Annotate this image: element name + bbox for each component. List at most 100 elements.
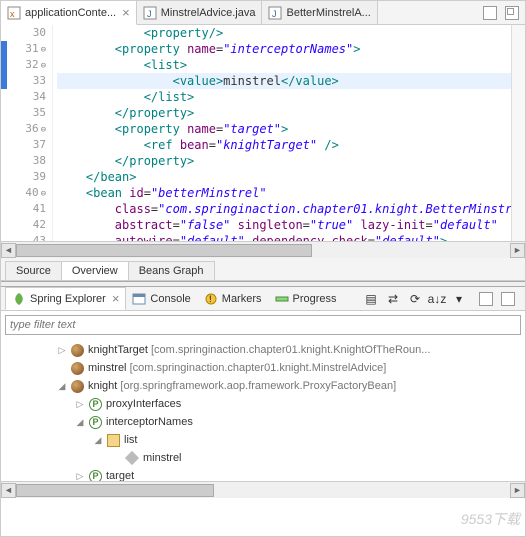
- view-tab-progress[interactable]: Progress: [269, 287, 344, 310]
- view-minimize-button[interactable]: [479, 292, 493, 306]
- tree-node[interactable]: ▷Ptarget: [9, 467, 525, 481]
- line-number[interactable]: 35: [7, 105, 46, 121]
- sub-tab-beans-graph[interactable]: Beans Graph: [128, 261, 215, 280]
- view-tab-label: Markers: [222, 293, 262, 305]
- editor-hscroll[interactable]: ◄ ►: [1, 241, 525, 258]
- markers-icon: !: [204, 292, 218, 306]
- overview-ruler[interactable]: [511, 25, 525, 241]
- line-number[interactable]: 32⊖: [7, 57, 46, 73]
- line-number[interactable]: 30: [7, 25, 46, 41]
- expander-icon[interactable]: ◢: [93, 435, 103, 446]
- filter-icon[interactable]: ▤: [363, 291, 379, 307]
- editor-tab[interactable]: JBetterMinstrelA...: [262, 1, 377, 24]
- line-number[interactable]: 42: [7, 217, 46, 233]
- leaf-icon: [12, 292, 26, 306]
- close-icon[interactable]: ×: [112, 291, 120, 306]
- scroll-left-arrow[interactable]: ◄: [1, 243, 16, 258]
- code-line[interactable]: </property>: [57, 153, 511, 169]
- node-label: minstrel [com.springinaction.chapter01.k…: [88, 362, 386, 374]
- code-line[interactable]: <value>minstrel</value>: [57, 73, 511, 89]
- refresh-icon[interactable]: ⟳: [407, 291, 423, 307]
- filter-input[interactable]: [5, 315, 521, 335]
- code-line[interactable]: <property name="target">: [57, 121, 511, 137]
- line-number[interactable]: 36⊖: [7, 121, 46, 137]
- scroll-right-arrow[interactable]: ►: [510, 243, 525, 258]
- tree-node[interactable]: ◢ list: [9, 431, 525, 449]
- node-label: knight [org.springframework.aop.framewor…: [88, 380, 396, 392]
- code-line[interactable]: abstract="false" singleton="true" lazy-i…: [57, 217, 511, 233]
- view-tab-console[interactable]: Console: [126, 287, 197, 310]
- line-number[interactable]: 37: [7, 137, 46, 153]
- line-number[interactable]: 43: [7, 233, 46, 241]
- tree-node[interactable]: ◢ knight [org.springframework.aop.framewo…: [9, 377, 525, 395]
- code-line[interactable]: </bean>: [57, 169, 511, 185]
- tree-node[interactable]: ▷ PproxyInterfaces: [9, 395, 525, 413]
- sort-icon[interactable]: a↓z: [429, 291, 445, 307]
- expander-icon[interactable]: ◢: [57, 381, 67, 392]
- line-number[interactable]: 31⊖: [7, 41, 46, 57]
- code-line[interactable]: autowire="default" dependency-check="def…: [57, 233, 511, 241]
- line-number[interactable]: 40⊖: [7, 185, 46, 201]
- line-number[interactable]: 41: [7, 201, 46, 217]
- expander-icon[interactable]: ▷: [75, 399, 85, 410]
- tree-node[interactable]: minstrel [com.springinaction.chapter01.k…: [9, 359, 525, 377]
- bean-icon: [71, 362, 84, 375]
- property-icon: P: [89, 416, 102, 429]
- view-tab-bar: Spring Explorer×Console!MarkersProgress …: [1, 287, 525, 311]
- expander-icon[interactable]: ▷: [75, 471, 85, 482]
- expander-icon[interactable]: ▷: [57, 345, 67, 356]
- node-label: knightTarget [com.springinaction.chapter…: [88, 344, 430, 356]
- code-line[interactable]: class="com.springinaction.chapter01.knig…: [57, 201, 511, 217]
- maximize-button[interactable]: [505, 6, 519, 20]
- code-line[interactable]: <property/>: [57, 25, 511, 41]
- bean-icon: [71, 344, 84, 357]
- spring-explorer-tree[interactable]: ▷ knightTarget [com.springinaction.chapte…: [1, 339, 525, 481]
- editor-tab[interactable]: x applicationConte... ×: [1, 1, 137, 25]
- property-icon: P: [89, 470, 102, 482]
- editor-sub-tabs: SourceOverviewBeans Graph: [1, 258, 525, 280]
- code-line[interactable]: <bean id="betterMinstrel": [57, 185, 511, 201]
- menu-icon[interactable]: ▾: [451, 291, 467, 307]
- view-tab-spring-explorer[interactable]: Spring Explorer ×: [5, 287, 126, 310]
- sub-tab-overview[interactable]: Overview: [61, 261, 129, 280]
- tree-node[interactable]: ◢PinterceptorNames: [9, 413, 525, 431]
- view-toolbar: ▤ ⇄ ⟳ a↓z ▾: [357, 291, 473, 307]
- minimize-button[interactable]: [483, 6, 497, 20]
- code-line[interactable]: <property name="interceptorNames">: [57, 41, 511, 57]
- code-line[interactable]: <list>: [57, 57, 511, 73]
- link-icon[interactable]: ⇄: [385, 291, 401, 307]
- expander-icon[interactable]: ◢: [75, 417, 85, 428]
- editor-tab[interactable]: JMinstrelAdvice.java: [137, 1, 263, 24]
- code-lines[interactable]: <property/> <property name="interceptorN…: [53, 25, 511, 241]
- view-tab-label: Progress: [293, 293, 337, 305]
- property-icon: P: [89, 398, 102, 411]
- view-maximize-button[interactable]: [501, 292, 515, 306]
- filter-row: [1, 311, 525, 339]
- node-label: list: [124, 434, 137, 446]
- close-icon[interactable]: ×: [122, 5, 130, 20]
- tree-node[interactable]: minstrel: [9, 449, 525, 467]
- line-number[interactable]: 39: [7, 169, 46, 185]
- editor-panel: x applicationConte... × JMinstrelAdvice.jav…: [1, 1, 525, 281]
- java-file-icon: J: [143, 6, 157, 20]
- code-line[interactable]: <ref bean="knightTarget" />: [57, 137, 511, 153]
- sub-tab-source[interactable]: Source: [5, 261, 62, 280]
- value-icon: [125, 451, 139, 465]
- line-gutter: 3031⊖32⊖33343536⊖37383940⊖414243: [7, 25, 53, 241]
- code-editor[interactable]: 3031⊖32⊖33343536⊖37383940⊖414243 <proper…: [1, 25, 525, 241]
- line-number[interactable]: 38: [7, 153, 46, 169]
- xml-file-icon: x: [7, 6, 21, 20]
- code-line[interactable]: </list>: [57, 89, 511, 105]
- code-line[interactable]: </property>: [57, 105, 511, 121]
- line-number[interactable]: 34: [7, 89, 46, 105]
- view-hscroll[interactable]: ◄ ►: [1, 481, 525, 498]
- view-tab-label: Spring Explorer: [30, 293, 106, 305]
- node-label: proxyInterfaces: [106, 398, 181, 410]
- tab-label: applicationConte...: [25, 7, 116, 19]
- java-file-icon: J: [268, 6, 282, 20]
- tree-node[interactable]: ▷ knightTarget [com.springinaction.chapte…: [9, 341, 525, 359]
- view-tab-markers[interactable]: ! Markers: [198, 287, 269, 310]
- scroll-right-arrow[interactable]: ►: [510, 483, 525, 498]
- line-number[interactable]: 33: [7, 73, 46, 89]
- scroll-left-arrow[interactable]: ◄: [1, 483, 16, 498]
